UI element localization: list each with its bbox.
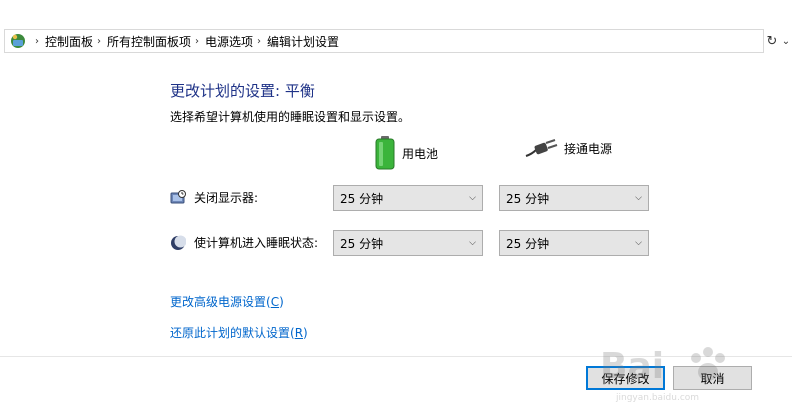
breadcrumb-separator-icon: › xyxy=(195,35,200,47)
chevron-down-icon: ⌵ xyxy=(635,193,642,203)
moon-icon xyxy=(171,235,186,250)
monitor-clock-icon xyxy=(170,189,186,203)
breadcrumb-edit-plan[interactable]: 编辑计划设置 xyxy=(267,33,339,50)
chevron-down-icon: ⌵ xyxy=(635,238,642,248)
sleep-ac-value: 25 分钟 xyxy=(506,236,550,251)
sleep-row-label: 使计算机进入睡眠状态: xyxy=(170,234,318,251)
breadcrumb-control-panel[interactable]: 控制面板 xyxy=(45,33,93,50)
power-plug-icon xyxy=(525,139,558,157)
battery-label: 用电池 xyxy=(402,146,439,161)
display-off-battery-select[interactable]: 25 分钟 ⌵ xyxy=(333,185,483,211)
page-title: 更改计划的设置: 平衡 xyxy=(170,82,315,100)
chevron-down-icon: ⌵ xyxy=(469,238,476,248)
battery-icon xyxy=(375,136,395,170)
advanced-link-accesskey: C xyxy=(270,295,280,309)
restore-link-accesskey: R xyxy=(294,326,304,340)
breadcrumb-separator-icon: › xyxy=(257,35,262,47)
display-off-label: 关闭显示器: xyxy=(194,191,259,205)
display-off-row-label: 关闭显示器: xyxy=(170,189,258,206)
sleep-ac-select[interactable]: 25 分钟 ⌵ xyxy=(499,230,649,256)
breadcrumb-separator-icon: › xyxy=(35,35,39,47)
display-off-ac-select[interactable]: 25 分钟 ⌵ xyxy=(499,185,649,211)
sleep-battery-select[interactable]: 25 分钟 ⌵ xyxy=(333,230,483,256)
sleep-label: 使计算机进入睡眠状态: xyxy=(194,236,319,250)
restore-link-suffix: ) xyxy=(303,326,308,340)
save-changes-button[interactable]: 保存修改 xyxy=(586,366,665,390)
cancel-button[interactable]: 取消 xyxy=(673,366,752,390)
breadcrumb-power-options[interactable]: 电源选项 xyxy=(205,33,253,50)
advanced-link-text: 更改高级电源设置( xyxy=(170,295,271,309)
ac-column-header: 接通电源 xyxy=(524,136,612,160)
control-panel-icon xyxy=(11,34,25,48)
chevron-down-icon[interactable]: ⌄ xyxy=(780,29,792,53)
display-off-ac-value: 25 分钟 xyxy=(506,191,550,206)
breadcrumb-all-items[interactable]: 所有控制面板项 xyxy=(107,33,191,50)
footer-divider xyxy=(0,356,792,357)
chevron-down-icon: ⌵ xyxy=(469,193,476,203)
page-subtitle: 选择希望计算机使用的睡眠设置和显示设置。 xyxy=(170,110,411,124)
restore-link-text: 还原此计划的默认设置( xyxy=(170,326,295,340)
sleep-battery-value: 25 分钟 xyxy=(340,236,384,251)
watermark-subtext: jingyan.baidu.com xyxy=(615,393,699,403)
advanced-link-suffix: ) xyxy=(279,295,284,309)
refresh-icon[interactable]: ↻ xyxy=(764,29,780,53)
display-off-battery-value: 25 分钟 xyxy=(340,191,384,206)
address-bar[interactable]: › 控制面板 › 所有控制面板项 › 电源选项 › 编辑计划设置 xyxy=(4,29,764,53)
restore-defaults-link[interactable]: 还原此计划的默认设置(R) xyxy=(170,324,308,341)
ac-label: 接通电源 xyxy=(564,141,613,156)
battery-column-header: 用电池 xyxy=(374,136,438,170)
breadcrumb-separator-icon: › xyxy=(97,35,102,47)
advanced-power-settings-link[interactable]: 更改高级电源设置(C) xyxy=(170,293,284,310)
